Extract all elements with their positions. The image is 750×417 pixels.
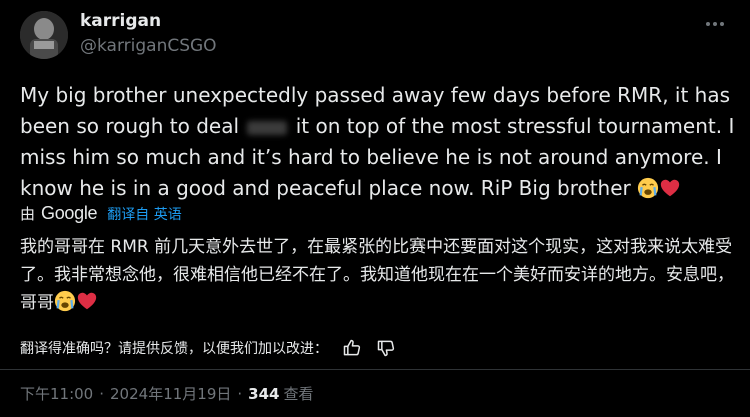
views-label: 查看: [283, 385, 314, 403]
thumbs-up-icon[interactable]: [342, 338, 362, 358]
more-dot: [713, 22, 717, 26]
translated-by-label: 由: [20, 205, 36, 223]
google-logo: Google: [41, 203, 98, 223]
translated-text-body: 我的哥哥在 RMR 前几天意外去世了，在最紧张的比赛中还要面对这个现实，这对我来…: [20, 237, 734, 313]
more-dot: [720, 22, 724, 26]
redacted-word: [247, 120, 288, 135]
meta-separator: ·: [99, 384, 105, 403]
translation-feedback: 翻译得准确吗？请提供反馈，以便我们加以改进：: [20, 338, 396, 358]
avatar-image: [20, 11, 68, 59]
feedback-prompt: 翻译得准确吗？请提供反馈，以便我们加以改进：: [20, 341, 328, 357]
more-options-icon[interactable]: [703, 12, 727, 36]
tweet-time[interactable]: 下午11:00: [20, 383, 93, 404]
crying-face-icon: [638, 177, 659, 199]
red-heart-icon: [77, 292, 97, 310]
translated-by: 由 Google 翻译自 英语: [20, 203, 182, 224]
views-count: 344: [248, 384, 280, 403]
avatar[interactable]: [20, 11, 68, 59]
red-heart-icon: [660, 179, 680, 197]
tweet-text: My big brother unexpectedly passed away …: [20, 80, 735, 204]
translated-from-link[interactable]: 翻译自 英语: [107, 204, 181, 224]
user-handle[interactable]: @karriganCSGO: [80, 36, 217, 56]
thumbs-down-icon[interactable]: [376, 338, 396, 358]
display-name[interactable]: karrigan: [80, 11, 161, 31]
meta-separator: ·: [237, 384, 243, 403]
divider: [0, 369, 750, 370]
tweet-date[interactable]: 2024年11月19日: [110, 383, 231, 404]
translated-text: 我的哥哥在 RMR 前几天意外去世了，在最紧张的比赛中还要面对这个现实，这对我来…: [20, 233, 735, 317]
more-dot: [706, 22, 710, 26]
tweet-meta: 下午11:00 · 2024年11月19日 · 344 查看: [20, 383, 313, 404]
crying-face-icon: [54, 290, 76, 312]
